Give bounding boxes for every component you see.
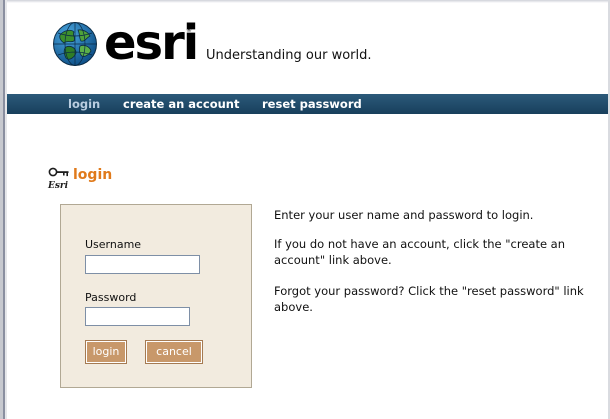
window-top-shadow: [7, 0, 610, 3]
nav-create-account-link[interactable]: create an account: [123, 97, 239, 111]
cancel-button[interactable]: cancel: [145, 340, 203, 364]
info-line-1: Enter your user name and password to log…: [274, 208, 534, 222]
info-line-2: If you do not have an account, click the…: [274, 237, 566, 267]
window-left-border: [0, 0, 7, 419]
page-title: login: [73, 167, 113, 183]
info-line-3: Forgot your password? Click the "reset p…: [274, 284, 584, 314]
registered-mark: ®: [186, 27, 192, 34]
logo-wordmark: esri: [104, 15, 199, 71]
nav-reset-password-link[interactable]: reset password: [262, 97, 362, 111]
username-label: Username: [85, 238, 142, 251]
info-text-reset-password: Forgot your password? Click the "reset p…: [274, 283, 594, 315]
nav-login-link[interactable]: login: [68, 97, 100, 111]
password-input[interactable]: [85, 307, 190, 326]
globe-icon: [53, 22, 97, 66]
login-form: Username Password login cancel: [60, 204, 252, 388]
info-text-login: Enter your user name and password to log…: [274, 207, 594, 223]
info-text-create-account: If you do not have an account, click the…: [274, 236, 594, 268]
username-input[interactable]: [85, 255, 200, 274]
password-label: Password: [85, 291, 137, 304]
top-nav-bar: login create an account reset password: [7, 94, 608, 114]
tagline: Understanding our world.: [206, 48, 372, 63]
key-icon-label: Esri: [47, 181, 69, 190]
login-button[interactable]: login: [85, 340, 127, 364]
esri-key-icon: Esri: [47, 167, 69, 190]
